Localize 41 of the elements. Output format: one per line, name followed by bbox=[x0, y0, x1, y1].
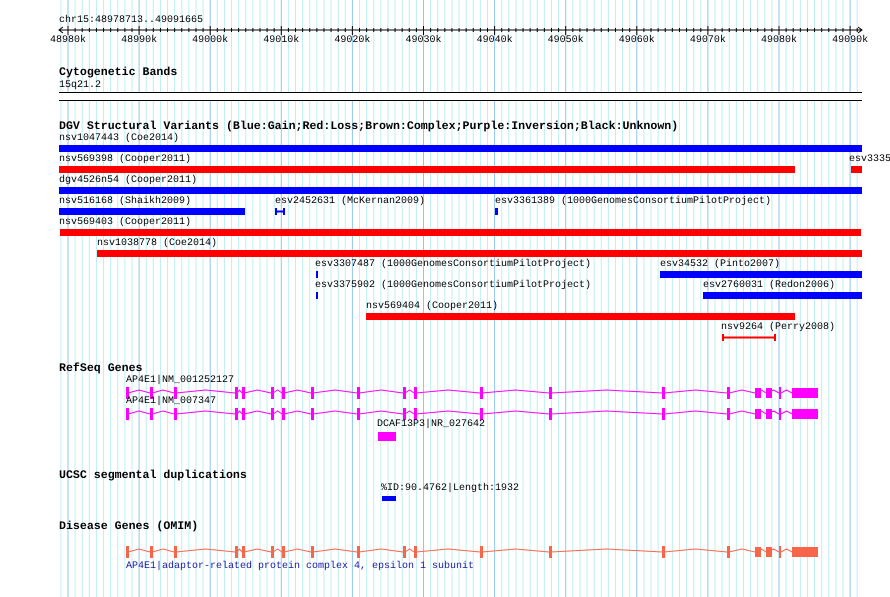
tick-label: 49080k bbox=[761, 36, 797, 46]
gene-label: AP4E1|NM_001252127 bbox=[126, 376, 234, 386]
tick-label: 48980k bbox=[50, 36, 86, 46]
variant-label: nsv9264 (Perry2008) bbox=[721, 323, 836, 333]
gene-block bbox=[378, 432, 396, 441]
variant-label: esv2760031 (Redon2006) bbox=[703, 281, 836, 291]
variant-label: nsv516168 (Shaikh2009) bbox=[59, 197, 192, 207]
region-label: chr15:48978713..49091665 bbox=[59, 16, 204, 26]
variant-label: nsv569404 (Cooper2011) bbox=[366, 302, 498, 312]
tick-label: 49090k bbox=[832, 36, 868, 46]
track-title: Disease Genes (OMIM) bbox=[59, 521, 198, 533]
variant-label: nsv1047443 (Coe2014) bbox=[59, 134, 180, 144]
tick-label: 49070k bbox=[690, 36, 726, 46]
variant-label: dgv4526n54 (Cooper2011) bbox=[59, 176, 198, 186]
variant-label: esv3361389 (1000GenomesConsortiumPilotProject) bbox=[495, 197, 772, 207]
variant-label: esv34532 (Pinto2007) bbox=[660, 260, 780, 270]
variant-label: nsv1038778 (Coe2014) bbox=[97, 239, 218, 249]
band-label: 15q21.2 bbox=[59, 81, 102, 91]
tick-label: 49050k bbox=[548, 36, 584, 46]
variant-label: esv3375902 (1000GenomesConsortiumPilotProject) bbox=[315, 281, 592, 291]
gene-label: AP4E1|NM_007347 bbox=[126, 397, 216, 407]
track-title: UCSC segmental duplications bbox=[59, 470, 247, 482]
tick-label: 49010k bbox=[263, 36, 300, 46]
tick-label: 49020k bbox=[334, 36, 370, 46]
duplication-bar bbox=[382, 496, 396, 501]
variant-label: esv2452631 (McKernan2009) bbox=[275, 197, 426, 207]
tick-label: 48990k bbox=[121, 36, 158, 46]
variant-label: esv3307487 (1000GenomesConsortiumPilotProject) bbox=[315, 260, 592, 270]
gene-label: DCAF13P3|NR_027642 bbox=[377, 420, 486, 430]
variant-label: esv3335 bbox=[849, 155, 890, 165]
duplication-label: %ID:90.4762|Length:1932 bbox=[381, 484, 520, 494]
track-title: DGV Structural Variants (Blue:Gain;Red:Loss;Brown:Complex;Purple:Inversion;Black:Unknown) bbox=[59, 121, 678, 133]
tick-label: 49030k bbox=[406, 36, 442, 46]
tick-label: 49040k bbox=[476, 36, 513, 46]
tick-label: 49060k bbox=[618, 36, 655, 46]
tick-label: 49000k bbox=[192, 36, 228, 46]
track-title: Cytogenetic Bands bbox=[59, 67, 178, 79]
track-title: RefSeq Genes bbox=[59, 363, 142, 375]
disease-gene-label: AP4E1|adaptor-related protein complex 4, epsilon 1 subunit bbox=[126, 562, 474, 572]
variant-label: nsv569403 (Cooper2011) bbox=[59, 218, 192, 228]
variant-label: nsv569398 (Cooper2011) bbox=[59, 155, 192, 165]
